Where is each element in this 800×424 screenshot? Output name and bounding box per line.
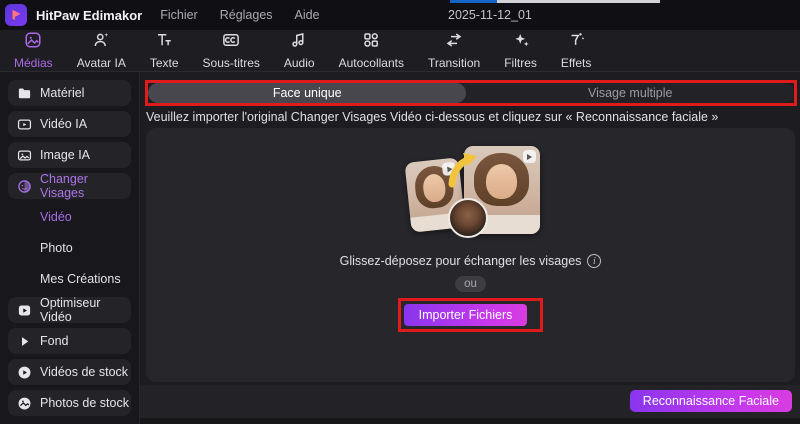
sidebar-item-changer-visages[interactable]: Changer Visages xyxy=(8,172,131,200)
media-icon xyxy=(24,31,42,54)
toolbar: Médias Avatar IA Texte Sous-titres Audio… xyxy=(0,30,800,72)
sidebar-item-label: Changer Visages xyxy=(40,172,88,200)
subtitles-icon xyxy=(222,31,240,54)
tool-label: Filtres xyxy=(504,56,537,70)
tab-label: Face unique xyxy=(272,86,342,100)
tabbar-annotation-box: Face unique Visage multiple xyxy=(145,80,797,106)
edimakor-window: HitPaw Edimakor Fichier Réglages Aide 20… xyxy=(0,0,800,424)
video-enhance-icon xyxy=(18,305,31,315)
stock-photo-icon xyxy=(18,397,31,409)
sidebar-item-label: Matériel xyxy=(40,86,85,100)
menu-fichier[interactable]: Fichier xyxy=(160,8,198,22)
or-separator: ou xyxy=(455,276,486,292)
sidebar-item-materiel[interactable]: Matériel xyxy=(8,80,131,106)
tab-autocollants[interactable]: Autocollants xyxy=(339,31,404,70)
tool-label: Sous-titres xyxy=(202,56,260,70)
tab-visage-multiple[interactable]: Visage multiple xyxy=(466,83,794,103)
sidebar-item-label: Photos de stock xyxy=(40,396,129,410)
tool-label: Avatar IA xyxy=(76,56,126,70)
sidebar-item-label: Image IA xyxy=(40,148,91,162)
sidebar-item-label: Mes Créations xyxy=(40,272,121,286)
tab-label: Visage multiple xyxy=(587,86,673,100)
project-name: 2025-11-12_01 xyxy=(448,8,532,22)
tool-label: Autocollants xyxy=(338,56,404,70)
tool-label: Effets xyxy=(560,56,592,70)
stickers-icon xyxy=(362,31,380,54)
tab-effets[interactable]: Effets xyxy=(561,31,591,70)
sidebar-item-optimiseur-video[interactable]: Optimiseur Vidéo xyxy=(8,296,131,324)
import-instruction: Veuillez importer l'original Changer Vis… xyxy=(146,110,719,124)
titlebar: HitPaw Edimakor Fichier Réglages Aide 20… xyxy=(0,0,800,30)
tab-transition[interactable]: Transition xyxy=(428,31,480,70)
sidebar-item-videos-de-stock[interactable]: Vidéos de stock xyxy=(8,359,131,385)
sidebar-item-label: Vidéos de stock xyxy=(40,365,129,379)
dropzone-hint: Glissez-déposez pour échanger les visage… xyxy=(339,254,582,268)
app-logo-icon xyxy=(5,4,27,26)
app-title: HitPaw Edimakor xyxy=(36,7,143,23)
sidebar-item-label: Vidéo IA xyxy=(40,117,88,131)
tab-face-unique[interactable]: Face unique xyxy=(148,83,467,103)
stock-video-icon xyxy=(18,366,31,378)
tab-medias[interactable]: Médias xyxy=(14,31,53,70)
bottom-action-bar: Reconnaissance Faciale xyxy=(140,385,800,418)
effects-icon xyxy=(567,31,585,54)
face-swap-icon xyxy=(18,179,31,193)
folder-icon xyxy=(18,88,31,98)
dropzone-hint-row: Glissez-déposez pour échanger les visage… xyxy=(146,254,795,268)
sidebar-item-label: Fond xyxy=(40,334,69,348)
face-mode-tabbar: Face unique Visage multiple xyxy=(148,83,794,103)
info-icon[interactable]: i xyxy=(587,254,602,268)
sidebar-subitem-video[interactable]: Vidéo xyxy=(8,204,131,230)
sidebar-item-label: Vidéo xyxy=(40,210,72,224)
target-face-thumbnail xyxy=(447,198,488,238)
sidebar: Matériel Vidéo IA Image IA Changer Visag… xyxy=(0,72,140,424)
menu-aide[interactable]: Aide xyxy=(295,8,320,22)
dropzone[interactable]: Glissez-déposez pour échanger les visage… xyxy=(146,128,795,382)
import-files-button[interactable]: Importer Fichiers xyxy=(403,304,528,326)
face-swap-illustration xyxy=(396,146,546,246)
tab-texte[interactable]: Texte xyxy=(150,31,179,70)
filters-icon xyxy=(512,31,530,54)
sidebar-subitem-photo[interactable]: Photo xyxy=(8,235,131,261)
tool-label: Texte xyxy=(149,56,179,70)
menu-reglages[interactable]: Réglages xyxy=(220,8,273,22)
sidebar-subitem-mes-creations[interactable]: Mes Créations xyxy=(8,266,131,292)
face-recognition-button[interactable]: Reconnaissance Faciale xyxy=(629,390,792,412)
tool-label: Transition xyxy=(427,56,481,70)
avatar-ai-icon xyxy=(92,31,110,54)
text-icon xyxy=(155,31,173,54)
sidebar-item-fond[interactable]: Fond xyxy=(8,328,131,354)
play-triangle-icon xyxy=(22,336,29,346)
sidebar-item-label: Photo xyxy=(40,241,73,255)
bottom-strip xyxy=(140,418,800,424)
play-icon xyxy=(522,150,536,163)
tab-sous-titres[interactable]: Sous-titres xyxy=(203,31,260,70)
tool-label: Audio xyxy=(283,56,315,70)
video-ai-icon xyxy=(17,119,32,129)
import-annotation-box: Importer Fichiers xyxy=(397,298,544,332)
tab-filtres[interactable]: Filtres xyxy=(504,31,537,70)
sidebar-item-image-ia[interactable]: Image IA xyxy=(8,142,131,168)
swap-arrow-icon xyxy=(448,153,477,188)
tab-audio[interactable]: Audio xyxy=(284,31,315,70)
sidebar-item-label: Optimiseur Vidéo xyxy=(40,296,101,324)
sidebar-item-video-ia[interactable]: Vidéo IA xyxy=(8,111,131,137)
tab-avatar-ia[interactable]: Avatar IA xyxy=(77,31,126,70)
sidebar-item-photos-de-stock[interactable]: Photos de stock xyxy=(8,390,131,416)
tool-label: Médias xyxy=(14,56,53,70)
transition-icon xyxy=(445,31,463,54)
image-ai-icon xyxy=(17,150,32,160)
audio-icon xyxy=(290,31,308,54)
main-panel: Face unique Visage multiple Veuillez imp… xyxy=(140,72,800,424)
